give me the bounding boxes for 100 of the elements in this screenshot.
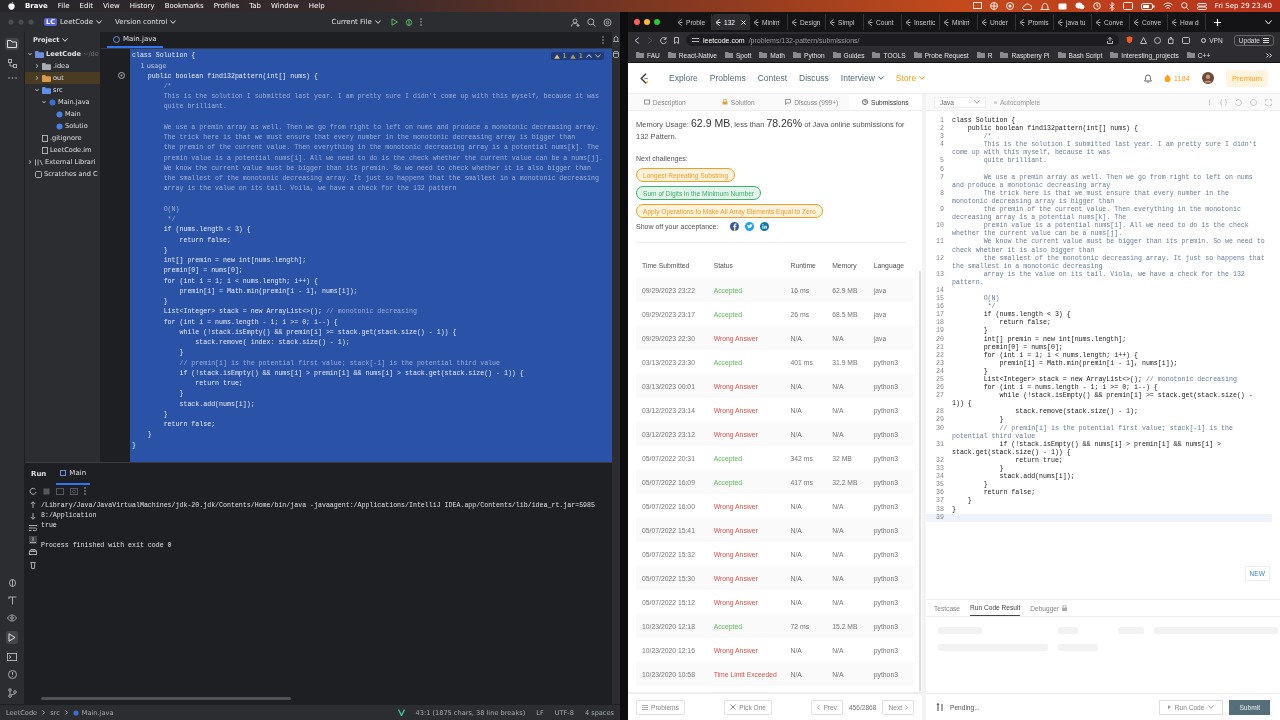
linkedin-icon[interactable] bbox=[760, 222, 770, 231]
chevron-right-icon bbox=[42, 710, 46, 715]
tab-icon bbox=[643, 99, 650, 105]
structure-icon[interactable] bbox=[7, 59, 17, 68]
chevron-down-icon bbox=[62, 38, 69, 42]
triangle-icon[interactable] bbox=[1140, 36, 1148, 44]
nav-link[interactable]: Problems bbox=[709, 73, 746, 83]
add-user-icon[interactable] bbox=[571, 17, 580, 27]
favicon-icon bbox=[677, 18, 683, 26]
tab-icon bbox=[862, 99, 869, 105]
shield-icon[interactable] bbox=[1126, 36, 1134, 44]
run-icon[interactable] bbox=[390, 18, 398, 26]
vim-icon[interactable] bbox=[397, 709, 405, 716]
battery-icon[interactable] bbox=[1140, 2, 1155, 10]
chevron-down-icon bbox=[170, 20, 177, 24]
list-icon bbox=[642, 704, 648, 710]
folder-icon bbox=[759, 52, 768, 58]
bluetooth-icon[interactable] bbox=[1108, 1, 1115, 11]
folder-icon bbox=[793, 52, 802, 58]
favicon-icon bbox=[753, 18, 759, 26]
settings-icon[interactable] bbox=[603, 17, 612, 27]
chevron-down-icon bbox=[973, 100, 980, 104]
scroll-end-icon[interactable] bbox=[29, 536, 37, 544]
problems-icon[interactable] bbox=[7, 670, 17, 679]
lock-icon bbox=[1062, 605, 1068, 611]
favicon-icon bbox=[1019, 18, 1025, 26]
new-tab-icon[interactable] bbox=[1214, 18, 1221, 26]
eye-icon[interactable] bbox=[7, 614, 17, 622]
history-icon[interactable] bbox=[1092, 2, 1101, 10]
chat-icon[interactable] bbox=[1074, 2, 1085, 10]
nav-link[interactable]: Explore bbox=[669, 73, 698, 83]
search-icon[interactable] bbox=[587, 17, 596, 27]
wrap-icon[interactable] bbox=[29, 525, 37, 531]
folder-icon bbox=[832, 52, 841, 58]
folder-icon bbox=[667, 52, 676, 58]
nav-link[interactable]: Discuss bbox=[799, 73, 829, 83]
avatar-icon[interactable] bbox=[1202, 72, 1214, 84]
bug-icon[interactable] bbox=[404, 18, 413, 26]
control-center-icon[interactable] bbox=[1196, 2, 1207, 10]
folder-icon bbox=[1000, 52, 1009, 58]
wifi-icon[interactable] bbox=[1162, 2, 1173, 10]
terminal-icon[interactable] bbox=[7, 653, 17, 661]
favicon-icon bbox=[1171, 18, 1177, 26]
more-icon[interactable] bbox=[419, 18, 422, 26]
shuffle-icon bbox=[730, 704, 737, 710]
favicon-icon bbox=[791, 18, 797, 26]
facebook-icon[interactable] bbox=[730, 222, 740, 231]
chevron-down-icon[interactable] bbox=[1265, 19, 1272, 25]
twitter-icon[interactable] bbox=[745, 222, 755, 231]
logo-icon[interactable] bbox=[640, 72, 649, 84]
file-icon bbox=[49, 98, 56, 106]
screen-icon[interactable] bbox=[972, 2, 982, 10]
cloud-icon[interactable] bbox=[1021, 2, 1032, 10]
share-icon bbox=[1107, 36, 1114, 44]
play-icon bbox=[1167, 705, 1171, 709]
search-icon[interactable] bbox=[1180, 2, 1189, 10]
scratch-icon bbox=[35, 170, 42, 178]
nav-link[interactable]: Contest bbox=[757, 73, 788, 83]
tab-icon bbox=[721, 99, 728, 105]
close-icon[interactable] bbox=[741, 19, 746, 25]
globe-icon[interactable] bbox=[989, 2, 998, 10]
favicon-icon bbox=[1057, 18, 1063, 26]
nav-link[interactable]: Interview bbox=[840, 73, 884, 83]
file-icon bbox=[72, 709, 79, 716]
chevron-right-icon bbox=[64, 710, 68, 715]
window-controls-icon bbox=[8, 19, 34, 25]
bookmark-icon[interactable] bbox=[674, 36, 679, 44]
bug-icon[interactable] bbox=[7, 578, 17, 587]
folder-icon bbox=[1057, 52, 1066, 58]
folder-icon bbox=[636, 52, 644, 58]
library-icon bbox=[35, 158, 43, 166]
reload-icon[interactable] bbox=[660, 36, 667, 44]
zoom-window-icon[interactable] bbox=[654, 19, 660, 25]
chevron-down-icon bbox=[919, 76, 926, 80]
database-icon[interactable] bbox=[613, 51, 619, 58]
chevron-down-icon bbox=[877, 76, 884, 80]
rerun-icon[interactable] bbox=[29, 487, 37, 495]
git-icon[interactable] bbox=[7, 688, 17, 698]
close-window-icon[interactable] bbox=[634, 19, 640, 25]
hat-icon[interactable] bbox=[1039, 2, 1050, 10]
sidebar-icon[interactable] bbox=[1182, 36, 1191, 44]
apple-icon bbox=[8, 2, 15, 10]
minimize-window-icon[interactable] bbox=[644, 19, 650, 25]
bell-icon[interactable] bbox=[1143, 73, 1152, 83]
more-bookmarks-icon[interactable] bbox=[1266, 52, 1272, 58]
trash-icon[interactable] bbox=[30, 561, 36, 569]
arrow-up-icon[interactable] bbox=[30, 501, 36, 508]
folder-icon bbox=[976, 52, 985, 58]
favicon-icon bbox=[905, 18, 911, 26]
folder-icon bbox=[872, 52, 881, 58]
site-settings-icon bbox=[692, 37, 699, 43]
back-icon[interactable] bbox=[634, 36, 640, 44]
print-icon[interactable] bbox=[29, 549, 37, 556]
arrow-down-icon[interactable] bbox=[30, 513, 36, 520]
bell-icon[interactable] bbox=[613, 36, 619, 43]
chevron-down-icon bbox=[1208, 705, 1215, 709]
chevron-down-icon bbox=[96, 20, 103, 24]
folder-icon[interactable] bbox=[7, 40, 17, 48]
circle-icon[interactable] bbox=[1005, 2, 1014, 10]
folder-icon bbox=[913, 52, 922, 58]
